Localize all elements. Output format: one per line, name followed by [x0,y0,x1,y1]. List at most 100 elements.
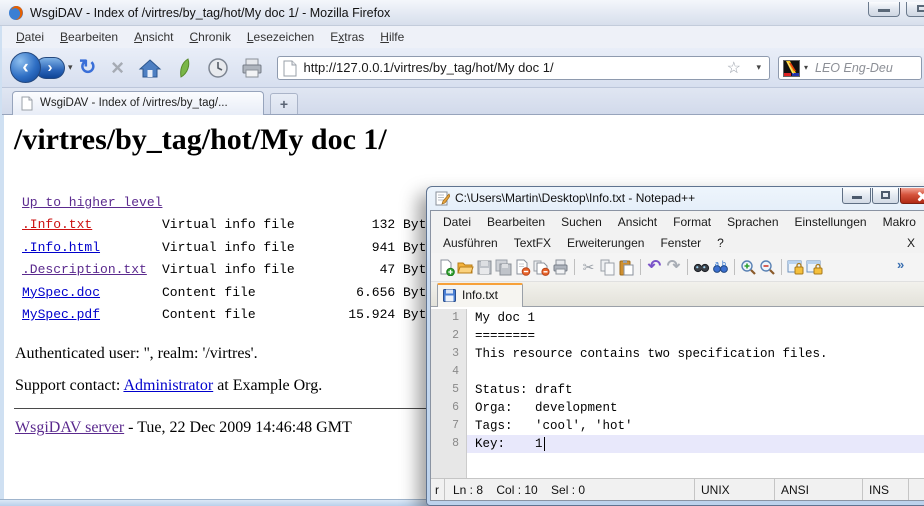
npp-menu-ansicht[interactable]: Ansicht [610,213,665,231]
firefox-menu-extras[interactable]: Extras [322,27,372,47]
status-encoding[interactable]: ANSI [775,479,863,500]
status-typing-mode[interactable]: INS [863,479,909,500]
bookmark-star-icon[interactable]: ☆ [727,58,741,78]
toolbar-separator [781,259,782,275]
npp-menu-help[interactable]: ? [709,234,732,252]
file-link-description-txt[interactable]: .Description.txt [22,259,162,281]
notepadpp-tabbar: Info.txt [431,282,924,307]
file-type: Virtual info file [162,259,340,281]
line-number: 8 [431,435,467,453]
file-link-info-html[interactable]: .Info.html [22,237,162,259]
npp-menu-sprachen[interactable]: Sprachen [719,213,786,231]
file-link-myspec-pdf[interactable]: MySpec.pdf [22,304,162,326]
leo-search-engine-icon[interactable] [783,60,800,77]
line-number: 7 [431,417,467,435]
firefox-maximize-button[interactable] [906,2,924,17]
file-link-myspec-doc[interactable]: MySpec.doc [22,282,162,304]
home-button[interactable] [137,57,163,79]
close-file-icon[interactable] [513,258,532,276]
stop-button[interactable]: × [103,55,133,81]
npp-menu-fenster[interactable]: Fenster [652,234,709,252]
new-file-icon[interactable] [437,258,456,276]
server-footer-text: WsgiDAV server - Tue, 22 Dec 2009 14:46:… [15,419,352,437]
npp-menu-erweiterungen[interactable]: Erweiterungen [559,234,652,252]
url-input[interactable] [304,58,717,78]
npp-menu-bearbeiten[interactable]: Bearbeiten [479,213,553,231]
status-eol-format[interactable]: UNIX [695,479,775,500]
firefox-minimize-button[interactable] [868,2,900,17]
npp-menu-format[interactable]: Format [665,213,719,231]
firefox-menu-hilfe[interactable]: Hilfe [372,27,412,47]
replace-icon[interactable]: ab [711,258,730,276]
cut-icon[interactable]: ✂ [579,258,598,276]
npp-menu-suchen[interactable]: Suchen [553,213,610,231]
file-row: .Description.txt Virtual info file 47 By… [22,259,474,281]
support-suffix: at Example Org. [213,377,322,394]
editor-area[interactable]: 1My doc 1 2======== 3This resource conta… [431,307,924,478]
zoom-in-icon[interactable] [739,258,758,276]
close-all-files-icon[interactable] [532,258,551,276]
status-doc-info: r [431,479,445,500]
npp-menu-einstellungen[interactable]: Einstellungen [787,213,875,231]
line-number: 5 [431,381,467,399]
url-dropdown-icon[interactable]: ▾ [756,62,761,73]
reload-button[interactable]: ↻ [73,55,103,80]
toolbar-overflow-icon[interactable]: » [897,257,904,272]
notepadpp-titlebar[interactable]: C:\Users\Martin\Desktop\Info.txt - Notep… [427,187,924,210]
firefox-menu-datei[interactable]: Datei [8,27,52,47]
tab-page-icon [21,96,33,111]
copy-icon[interactable] [598,258,617,276]
tab-wsgidav-index[interactable]: WsgiDAV - Index of /virtres/by_tag/... [12,91,264,115]
history-clock-icon[interactable] [205,57,231,79]
notepadpp-minimize-button[interactable] [842,188,871,204]
url-bar[interactable]: ☆ ▾ [277,56,770,80]
resize-grip[interactable] [909,479,924,500]
back-button[interactable]: ‹ [10,52,41,83]
npp-menu-makro[interactable]: Makro [875,213,924,231]
firefox-menu-bearbeiten[interactable]: Bearbeiten [52,27,126,47]
file-row: MySpec.pdf Content file 15.924 Bytes Tu [22,304,474,326]
search-engine-dropdown-icon[interactable]: ▾ [804,63,808,72]
firefox-menu-chronik[interactable]: Chronik [181,27,238,47]
npp-menu-textfx[interactable]: TextFX [506,234,559,252]
print-button[interactable] [239,57,265,79]
sync-vertical-scroll-icon[interactable] [786,258,805,276]
notepadpp-close-button[interactable] [900,188,924,204]
find-icon[interactable] [692,258,711,276]
up-to-higher-level-link[interactable]: Up to higher level [22,192,162,214]
notepadpp-restore-button[interactable] [872,188,899,204]
saved-floppy-icon [443,289,456,302]
firefox-menu-ansicht[interactable]: Ansicht [126,27,181,47]
new-tab-button[interactable]: + [270,93,298,114]
search-input[interactable] [815,58,919,78]
support-contact-text: Support contact: Administrator at Exampl… [15,377,322,395]
paste-icon[interactable] [617,258,636,276]
tab-info-txt[interactable]: Info.txt [437,283,523,307]
sync-horizontal-scroll-icon[interactable] [805,258,824,276]
firefox-window-title: WsgiDAV - Index of /virtres/by_tag/hot/M… [30,0,390,26]
print-icon[interactable] [551,258,570,276]
page-title: /virtres/by_tag/hot/My doc 1/ [14,123,924,157]
npp-menu-ausfuehren[interactable]: Ausführen [435,234,506,252]
notepadpp-toolbar: ✂ ↶ ↷ ab » [431,253,924,282]
npp-close-document-x[interactable]: X [901,234,921,252]
notepadpp-window: C:\Users\Martin\Desktop\Info.txt - Notep… [426,186,924,506]
administrator-link[interactable]: Administrator [123,377,213,394]
undo-icon[interactable]: ↶ [645,258,664,276]
wsgidav-server-link[interactable]: WsgiDAV server [15,419,124,436]
file-row: .Info.txt Virtual info file 132 Bytes [22,214,474,236]
npp-menu-datei[interactable]: Datei [435,213,479,231]
editor-empty-area[interactable] [431,453,924,478]
redo-icon[interactable]: ↷ [664,258,683,276]
editor-line: 3This resource contains two specificatio… [431,345,924,363]
leaf-extension-icon[interactable] [171,57,197,79]
save-all-icon[interactable] [494,258,513,276]
save-icon[interactable] [475,258,494,276]
open-file-icon[interactable] [456,258,475,276]
file-link-info-txt[interactable]: .Info.txt [22,214,162,236]
zoom-out-icon[interactable] [758,258,777,276]
file-type: Content file [162,304,340,326]
search-box[interactable]: ▾ [778,56,922,80]
firefox-menu-lesezeichen[interactable]: Lesezeichen [239,27,322,47]
notepadpp-window-title: C:\Users\Martin\Desktop\Info.txt - Notep… [455,187,695,210]
